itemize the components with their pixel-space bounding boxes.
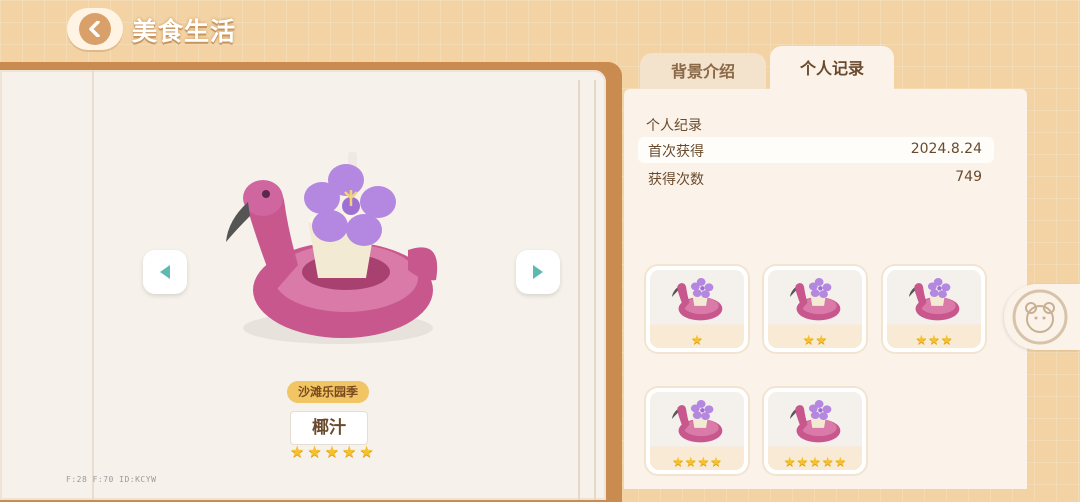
star-icon: ★ [672,455,684,470]
coconut-juice-flamingo-thumbnail [671,400,723,443]
page-title: 美食生活 [132,17,237,46]
star-icon: ★ [684,455,697,470]
star-icon: ★ [928,333,940,348]
back-button[interactable] [67,8,123,50]
book-edge [578,80,596,500]
star-icon: ★ [915,333,928,348]
coconut-juice-flamingo-thumbnail [908,278,960,321]
variant-rating: ★ ★ ★ [883,333,985,348]
star-icon: ★ [809,455,821,470]
star-icon: ★ [324,442,340,461]
coconut-juice-flamingo-image [226,152,438,344]
star-icon: ★ [821,455,834,470]
record-value: 749 [955,169,982,185]
coconut-juice-flamingo-thumbnail [789,278,841,321]
variant-card[interactable]: ★ [646,266,748,352]
star-icon: ★ [359,442,374,461]
record-title: 个人纪录 [646,118,702,134]
variant-rating: ★ ★ [764,333,866,348]
tab-personal-record[interactable]: 个人记录 [770,46,894,91]
star-icon: ★ [307,442,322,461]
star-icon: ★ [691,333,703,348]
star-icon: ★ [290,442,305,461]
variant-card[interactable]: ★ ★ ★ ★ ★ [764,388,866,474]
season-tag: 沙滩乐园季 [287,381,369,403]
star-icon: ★ [802,333,815,348]
coconut-juice-flamingo-thumbnail [671,278,723,321]
star-icon: ★ [697,455,710,470]
star-icon: ★ [940,333,953,348]
triangle-right-icon [533,265,543,279]
variant-rating: ★ ★ ★ ★ [646,455,748,470]
variant-card[interactable]: ★ ★ ★ [883,266,985,352]
chevron-left-icon [79,13,111,45]
debug-info: F:28 F:70 ID:KCYW [66,475,157,484]
star-icon: ★ [834,455,847,470]
record-row-obtain-count: 获得次数 749 [638,165,994,191]
side-drawer-button[interactable] [1004,284,1080,350]
item-name: 椰汁 [290,411,368,445]
variant-card[interactable]: ★ ★ ★ ★ [646,388,748,474]
record-key: 获得次数 [648,172,704,188]
item-rating: ★ ★ ★ ★ ★ [290,442,374,461]
next-item-button[interactable] [516,250,560,294]
record-row-first-obtained: 首次获得 2024.8.24 [638,137,994,163]
bear-icon [1012,289,1068,345]
prev-item-button[interactable] [143,250,187,294]
book-spine [92,70,94,500]
star-icon: ★ [815,333,828,348]
triangle-left-icon [160,265,170,279]
variant-rating: ★ ★ ★ ★ ★ [764,455,866,470]
star-icon: ★ [342,442,357,461]
record-key: 首次获得 [648,144,704,160]
star-icon: ★ [710,455,722,470]
variant-rating: ★ [646,333,748,348]
star-icon: ★ [796,455,809,470]
tab-background[interactable]: 背景介绍 [640,53,766,91]
record-value: 2024.8.24 [910,141,982,157]
star-icon: ★ [783,455,796,470]
coconut-juice-flamingo-thumbnail [789,400,841,443]
variant-card[interactable]: ★ ★ [764,266,866,352]
